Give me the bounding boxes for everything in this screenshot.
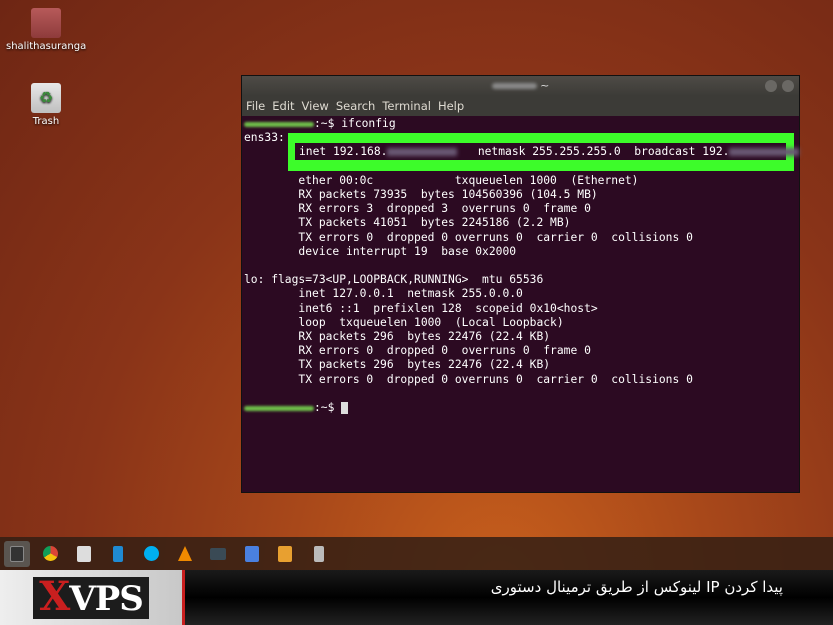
banner-caption: پیدا کردن IP لینوکس از طریق ترمینال دستو… xyxy=(490,578,783,596)
output-line: RX errors 0 dropped 0 overruns 0 frame 0 xyxy=(244,344,591,358)
menu-terminal[interactable]: Terminal xyxy=(382,99,431,113)
inet-label: inet 192.168. xyxy=(299,145,388,158)
desktop-icon-label: Trash xyxy=(32,116,60,127)
lo-header: lo: flags=73<UP,LOOPBACK,RUNNING> mtu 65… xyxy=(244,273,544,287)
desktop-icon-label: shalithasuranga xyxy=(6,41,87,52)
command: ifconfig xyxy=(341,117,396,130)
prompt-line: :~$ xyxy=(244,401,799,415)
output-line: TX errors 0 dropped 0 overruns 0 carrier… xyxy=(244,372,693,386)
output-line: RX errors 3 dropped 3 overruns 0 frame 0 xyxy=(244,202,591,216)
skype-icon[interactable] xyxy=(138,541,164,567)
terminal-output[interactable]: :~$ ifconfig ens33: ether 00:0c txqueuele… xyxy=(242,116,800,458)
files-icon[interactable] xyxy=(71,541,97,567)
usb-drive-icon[interactable] xyxy=(306,541,332,567)
menu-bar: File Edit View Search Terminal Help xyxy=(242,96,799,116)
terminal-titlebar[interactable]: ~ xyxy=(242,76,799,96)
output-line: TX errors 0 dropped 0 overruns 0 carrier… xyxy=(244,230,693,244)
close-button[interactable] xyxy=(782,80,794,92)
system-monitor-icon[interactable] xyxy=(205,541,231,567)
terminal-window[interactable]: ~ File Edit View Search Terminal Help :~$ ifc… xyxy=(241,75,800,493)
output-line: device interrupt 19 base 0x2000 xyxy=(244,244,517,258)
output-line: RX packets 296 bytes 22476 (22.4 KB) xyxy=(244,330,551,344)
banner: XVPS پیدا کردن IP لینوکس از طریق ترمینال… xyxy=(0,570,833,625)
terminal-icon[interactable] xyxy=(4,540,30,567)
home-folder-icon xyxy=(31,8,61,38)
redacted-username xyxy=(491,83,537,89)
output-line: ether 00:0c txqueuelen 1000 (Ethernet) xyxy=(244,173,639,187)
output-line: inet 127.0.0.1 netmask 255.0.0.0 xyxy=(244,287,523,301)
cursor xyxy=(341,402,349,415)
redacted-broadcast xyxy=(729,148,800,156)
archive-icon[interactable] xyxy=(272,541,298,567)
menu-search[interactable]: Search xyxy=(336,99,376,113)
xvps-logo: XVPS xyxy=(0,570,185,625)
menu-file[interactable]: File xyxy=(246,99,265,113)
output-line: inet6 ::1 prefixlen 128 scopeid 0x10<hos… xyxy=(244,301,598,315)
text-editor-icon[interactable] xyxy=(239,541,265,567)
menu-view[interactable]: View xyxy=(302,99,329,113)
output-line: TX packets 296 bytes 22476 (22.4 KB) xyxy=(244,358,551,372)
ip-highlight-box: inet 192.168. netmask 255.255.255.0 broa… xyxy=(288,133,800,171)
vscode-icon[interactable] xyxy=(105,541,131,567)
desktop-icon-home[interactable]: shalithasuranga xyxy=(6,8,86,52)
prompt-line: :~$ ifconfig xyxy=(244,117,799,131)
netmask-broadcast: netmask 255.255.255.0 broadcast 192. xyxy=(477,145,730,158)
trash-icon: ♻ xyxy=(31,83,61,113)
desktop-icon-trash[interactable]: ♻ Trash xyxy=(6,83,86,127)
redacted-prompt xyxy=(244,405,314,411)
output-line: RX packets 73935 bytes 104560396 (104.5 … xyxy=(244,188,598,202)
menu-edit[interactable]: Edit xyxy=(272,99,294,113)
minimize-button[interactable] xyxy=(765,80,777,92)
output-line: loop txqueuelen 1000 (Local Loopback) xyxy=(244,315,564,329)
menu-help[interactable]: Help xyxy=(438,99,464,113)
chrome-icon[interactable] xyxy=(38,541,64,567)
vlc-icon[interactable] xyxy=(172,541,198,567)
output-line: TX packets 41051 bytes 2245186 (2.2 MB) xyxy=(244,216,571,230)
taskbar xyxy=(0,537,833,570)
redacted-ip xyxy=(387,148,458,156)
window-title: ~ xyxy=(540,79,550,92)
redacted-prompt xyxy=(244,121,314,127)
